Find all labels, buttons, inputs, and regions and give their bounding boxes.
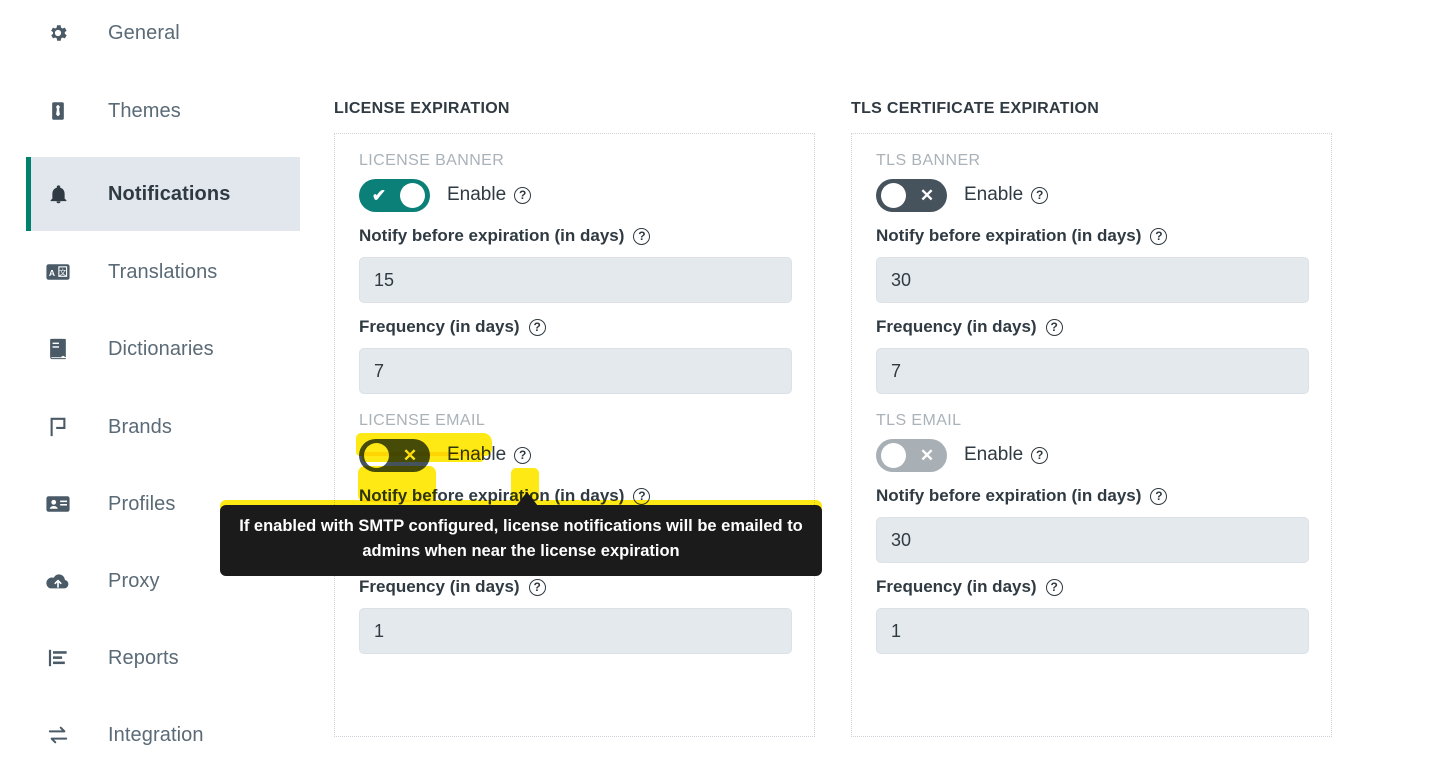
license-email-frequency-input[interactable]	[359, 608, 792, 654]
license-email-toggle-row: ✕ Enable ?	[359, 438, 790, 472]
sidebar-item-notifications[interactable]: Notifications	[26, 157, 300, 231]
tls-email-enable-toggle[interactable]: ✕	[876, 438, 947, 472]
label-text: Frequency (in days)	[876, 577, 1037, 596]
toggle-knob	[364, 442, 389, 468]
tooltip-arrow	[516, 492, 538, 506]
license-banner-notify-label: Notify before expiration (in days) ?	[359, 226, 790, 246]
license-expiration-card: LICENSE BANNER ✔ Enable ? Notify before …	[334, 133, 815, 737]
toggle-knob	[400, 182, 425, 208]
flag-icon	[38, 416, 78, 438]
help-icon[interactable]: ?	[1031, 186, 1049, 204]
license-email-frequency-label: Frequency (in days) ?	[359, 577, 790, 597]
tie-icon	[38, 100, 78, 122]
toggle-knob	[881, 442, 906, 468]
tls-email-frequency-input[interactable]	[876, 608, 1309, 654]
close-icon: ✕	[919, 445, 935, 465]
sidebar-item-label: General	[108, 21, 180, 44]
gear-icon	[38, 22, 78, 44]
sidebar-item-label: Brands	[108, 415, 172, 438]
tls-banner-toggle-row: ✕ Enable ?	[876, 178, 1307, 212]
tls-banner-notify-label: Notify before expiration (in days) ?	[876, 226, 1307, 246]
sidebar-item-label: Dictionaries	[108, 337, 214, 360]
tls-email-section-label: TLS EMAIL	[876, 412, 962, 429]
sidebar-item-label: Integration	[108, 723, 204, 746]
sidebar-item-label: Themes	[108, 99, 181, 122]
license-expiration-title: LICENSE EXPIRATION	[334, 100, 510, 117]
tls-banner-enable-toggle[interactable]: ✕	[876, 178, 947, 212]
license-email-enable-toggle[interactable]: ✕	[359, 438, 430, 472]
translate-icon: A文	[38, 263, 78, 281]
help-icon[interactable]: ?	[514, 186, 532, 204]
close-icon: ✕	[919, 185, 935, 205]
tls-banner-enable-label: Enable	[964, 184, 1024, 205]
svg-text:文: 文	[59, 268, 67, 277]
tls-email-toggle-row: ✕ Enable ?	[876, 438, 1307, 472]
label-text: Notify before expiration (in days)	[359, 486, 625, 505]
help-icon[interactable]: ?	[633, 227, 651, 245]
toggle-knob	[881, 182, 906, 208]
id-card-icon	[38, 495, 78, 513]
help-icon[interactable]: ?	[528, 578, 546, 596]
license-banner-section-label: LICENSE BANNER	[359, 152, 505, 169]
sidebar-item-label: Reports	[108, 646, 179, 669]
help-icon[interactable]: ?	[1045, 578, 1063, 596]
label-text: Notify before expiration (in days)	[876, 486, 1142, 505]
sidebar-item-label: Translations	[108, 260, 218, 283]
tls-email-enable-label: Enable	[964, 444, 1024, 465]
license-email-tooltip: If enabled with SMTP configured, license…	[220, 505, 822, 576]
tls-certificate-expiration-card: TLS BANNER ✕ Enable ? Notify before expi…	[851, 133, 1332, 737]
license-banner-frequency-label: Frequency (in days) ?	[359, 317, 790, 337]
license-banner-toggle-row: ✔ Enable ?	[359, 178, 790, 212]
tls-banner-frequency-label: Frequency (in days) ?	[876, 317, 1307, 337]
help-icon[interactable]: ?	[1150, 227, 1168, 245]
sidebar: General Themes Notifications A文 Translat…	[0, 0, 310, 746]
help-icon[interactable]: ?	[1031, 446, 1049, 464]
help-icon[interactable]: ?	[1150, 487, 1168, 505]
license-banner-enable-label: Enable	[447, 184, 507, 205]
help-icon[interactable]: ?	[1045, 318, 1063, 336]
license-email-enable-label: Enable	[447, 444, 507, 465]
license-banner-frequency-input[interactable]	[359, 348, 792, 394]
sidebar-item-label: Notifications	[108, 182, 231, 205]
tls-email-frequency-label: Frequency (in days) ?	[876, 577, 1307, 597]
label-text: Notify before expiration (in days)	[876, 226, 1142, 245]
sidebar-item-reports[interactable]: Reports	[26, 621, 300, 695]
label-text: Notify before expiration (in days)	[359, 226, 625, 245]
sidebar-item-label: Proxy	[108, 569, 160, 592]
sidebar-item-translations[interactable]: A文 Translations	[26, 235, 300, 309]
tls-banner-section-label: TLS BANNER	[876, 152, 981, 169]
exchange-arrows-icon	[38, 725, 78, 745]
license-email-notify-label: Notify before expiration (in days) ?	[359, 486, 790, 506]
tls-email-notify-input[interactable]	[876, 517, 1309, 563]
tls-banner-notify-input[interactable]	[876, 257, 1309, 303]
sidebar-item-integration[interactable]: Integration	[26, 698, 300, 772]
check-icon: ✔	[371, 185, 387, 205]
tls-banner-frequency-input[interactable]	[876, 348, 1309, 394]
book-icon	[38, 338, 78, 360]
tls-email-notify-label: Notify before expiration (in days) ?	[876, 486, 1307, 506]
bar-chart-icon	[38, 648, 78, 668]
sidebar-item-brands[interactable]: Brands	[26, 390, 300, 464]
sidebar-item-dictionaries[interactable]: Dictionaries	[26, 312, 300, 386]
bell-icon	[38, 183, 78, 206]
sidebar-item-general[interactable]: General	[26, 0, 300, 70]
help-icon[interactable]: ?	[633, 487, 651, 505]
svg-text:A: A	[49, 268, 55, 278]
help-icon[interactable]: ?	[514, 446, 532, 464]
close-icon: ✕	[402, 445, 418, 465]
tls-certificate-expiration-title: TLS CERTIFICATE EXPIRATION	[851, 100, 1100, 117]
label-text: Frequency (in days)	[359, 317, 520, 336]
label-text: Frequency (in days)	[876, 317, 1037, 336]
license-banner-notify-input[interactable]	[359, 257, 792, 303]
license-banner-enable-toggle[interactable]: ✔	[359, 178, 430, 212]
help-icon[interactable]: ?	[528, 318, 546, 336]
license-email-section-label: LICENSE EMAIL	[359, 412, 486, 429]
label-text: Frequency (in days)	[359, 577, 520, 596]
sidebar-item-themes[interactable]: Themes	[26, 74, 300, 148]
cloud-upload-icon	[38, 572, 78, 591]
sidebar-item-label: Profiles	[108, 492, 176, 515]
